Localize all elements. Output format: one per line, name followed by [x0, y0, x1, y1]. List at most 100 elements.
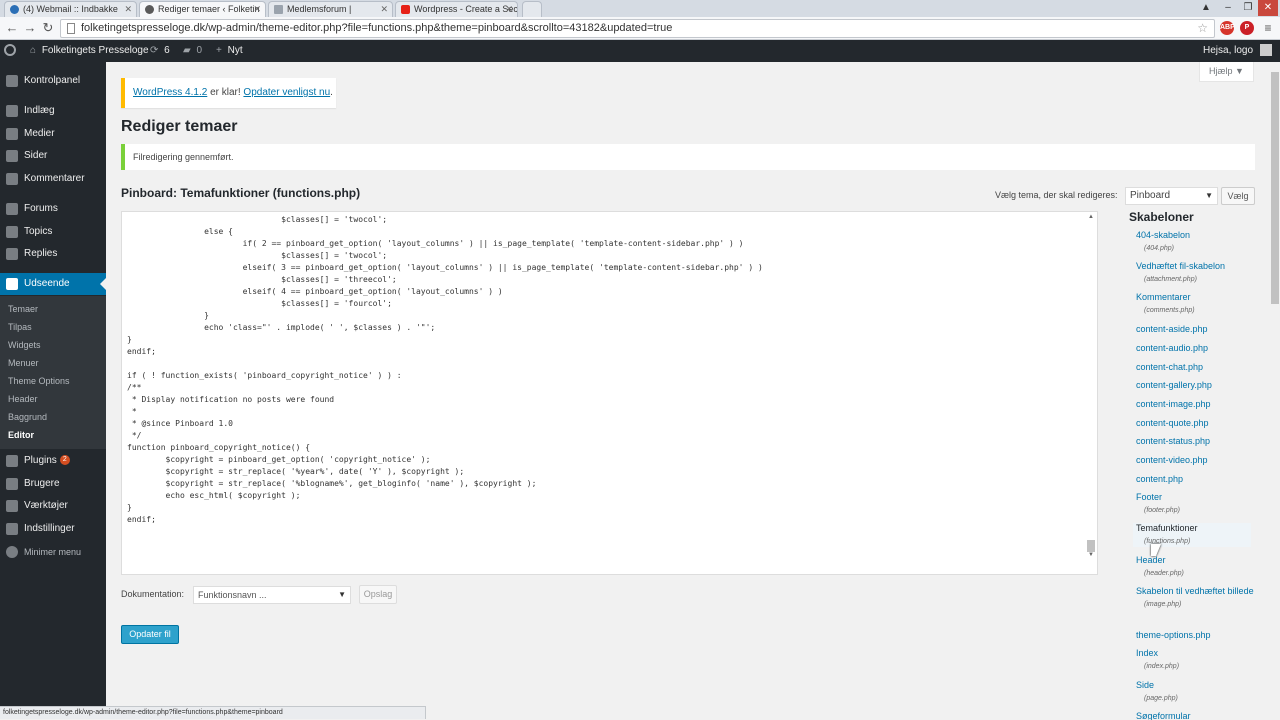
- comment-icon: ▰: [183, 45, 191, 56]
- menu-icon[interactable]: ≡: [1260, 20, 1276, 36]
- sidebar-item-pages[interactable]: Sider: [0, 145, 106, 167]
- submenu-item-background[interactable]: Baggrund: [0, 408, 106, 426]
- editor-scrollbar[interactable]: ▲ ▼: [1085, 212, 1097, 574]
- submenu-item-customize[interactable]: Tilpas: [0, 318, 106, 336]
- template-link[interactable]: content-status.php: [1136, 436, 1254, 447]
- template-link[interactable]: Header (header.php): [1136, 555, 1254, 579]
- sidebar-item-media[interactable]: Medier: [0, 123, 106, 145]
- minimize-icon[interactable]: –: [1218, 0, 1238, 16]
- users-icon: [6, 478, 18, 490]
- sidebar-item-posts[interactable]: Indlæg: [0, 100, 106, 122]
- submenu-item-theme-options[interactable]: Theme Options: [0, 372, 106, 390]
- code-textarea[interactable]: $classes[] = 'twocol'; else { if( 2 == p…: [127, 214, 1077, 526]
- choose-theme-button[interactable]: Vælg: [1221, 187, 1255, 205]
- template-name: content-audio.php: [1136, 343, 1209, 353]
- my-account-link[interactable]: Hejsa, logo: [1203, 40, 1272, 62]
- site-name-link[interactable]: ⌂ Folketingets Presseloge: [30, 40, 149, 62]
- sidebar-item-plugins[interactable]: Plugins 2: [0, 450, 106, 472]
- template-name: Skabelon til vedhæftet billede: [1136, 586, 1254, 596]
- template-link[interactable]: content.php: [1136, 474, 1254, 485]
- browser-tab-webmail[interactable]: (4) Webmail :: Indbakke ✕: [4, 1, 137, 17]
- page-scrollbar-thumb[interactable]: [1271, 72, 1279, 304]
- media-icon: [6, 128, 18, 140]
- template-link[interactable]: Index (index.php): [1136, 648, 1254, 672]
- template-link[interactable]: Skabelon til vedhæftet billede (image.php…: [1136, 586, 1254, 610]
- adblock-icon[interactable]: ABP: [1220, 21, 1235, 35]
- browser-tab-forum[interactable]: Medlemsforum | ✕: [268, 1, 393, 17]
- collapse-menu-button[interactable]: Minimer menu: [0, 541, 106, 563]
- new-tab-button[interactable]: [522, 1, 542, 17]
- update-now-link[interactable]: Opdater venligst nu: [243, 87, 330, 98]
- template-link[interactable]: content-image.php: [1136, 399, 1254, 410]
- scroll-up-icon[interactable]: ▲: [1085, 214, 1097, 220]
- lookup-button[interactable]: Opslag: [359, 585, 397, 604]
- template-link[interactable]: 404-skabelon (404.php): [1136, 230, 1254, 254]
- user-icon[interactable]: ▲: [1196, 0, 1216, 16]
- sidebar-item-settings[interactable]: Indstillinger: [0, 518, 106, 540]
- submenu-item-header[interactable]: Header: [0, 390, 106, 408]
- scroll-down-icon[interactable]: ▼: [1085, 552, 1097, 558]
- star-icon[interactable]: ☆: [1197, 20, 1208, 37]
- template-link[interactable]: content-audio.php: [1136, 343, 1254, 354]
- reload-icon[interactable]: ↻: [40, 20, 56, 36]
- sidebar-item-users[interactable]: Brugere: [0, 473, 106, 495]
- topics-icon: [6, 226, 18, 238]
- youtube-icon: [401, 5, 410, 14]
- home-icon: ⌂: [30, 45, 37, 56]
- template-link[interactable]: content-aside.php: [1136, 324, 1254, 335]
- wordpress-version-link[interactable]: WordPress 4.1.2: [133, 87, 207, 98]
- scrollbar-thumb[interactable]: [1087, 540, 1095, 552]
- documentation-select[interactable]: Funktionsnavn ... ▼: [193, 586, 351, 604]
- template-link[interactable]: content-gallery.php: [1136, 380, 1254, 391]
- updates-link[interactable]: ⟳ 6: [150, 40, 170, 62]
- sidebar-item-label: Replies: [24, 248, 58, 259]
- comments-icon: [6, 173, 18, 185]
- template-link[interactable]: Søgeformular: [1136, 711, 1254, 720]
- submenu-item-menus[interactable]: Menuer: [0, 354, 106, 372]
- close-icon[interactable]: ✕: [253, 4, 261, 15]
- template-link[interactable]: Footer (footer.php): [1136, 492, 1254, 516]
- template-link[interactable]: content-video.php: [1136, 455, 1254, 466]
- restore-icon[interactable]: ❐: [1238, 0, 1258, 16]
- browser-tab-youtube[interactable]: Wordpress - Create a Sec ✕: [395, 1, 518, 17]
- template-name: 404-skabelon: [1136, 230, 1191, 240]
- wp-logo-menu[interactable]: [4, 40, 16, 62]
- window-close-icon[interactable]: ✕: [1258, 0, 1278, 16]
- submenu-item-editor[interactable]: Editor: [0, 426, 106, 444]
- sidebar-item-tools[interactable]: Værktøjer: [0, 495, 106, 517]
- close-icon[interactable]: ✕: [505, 4, 513, 15]
- theme-select[interactable]: Pinboard ▼: [1125, 187, 1218, 205]
- code-editor[interactable]: $classes[] = 'twocol'; else { if( 2 == p…: [121, 211, 1098, 575]
- sidebar-item-replies[interactable]: Replies: [0, 243, 106, 265]
- template-link[interactable]: content-chat.php: [1136, 362, 1254, 373]
- template-link[interactable]: Vedhæftet fil-skabelon (attachment.php): [1136, 261, 1254, 285]
- template-link[interactable]: Kommentarer (comments.php): [1136, 292, 1254, 316]
- collapse-icon: [6, 546, 18, 558]
- update-file-button[interactable]: Opdater fil: [121, 625, 179, 644]
- template-link[interactable]: content-quote.php: [1136, 418, 1254, 429]
- sidebar-item-dashboard[interactable]: Kontrolpanel: [0, 70, 106, 92]
- template-name: content-quote.php: [1136, 418, 1209, 428]
- sidebar-item-topics[interactable]: Topics: [0, 221, 106, 243]
- template-name: content-chat.php: [1136, 362, 1204, 372]
- pinterest-icon[interactable]: P: [1240, 21, 1254, 35]
- new-content-link[interactable]: + Nyt: [216, 40, 243, 62]
- forward-icon[interactable]: →: [22, 20, 38, 36]
- back-icon[interactable]: ←: [4, 20, 20, 36]
- browser-tab-theme-editor[interactable]: Rediger temaer ‹ Folketin ✕: [139, 1, 266, 17]
- sidebar-item-forums[interactable]: Forums: [0, 198, 106, 220]
- url-input[interactable]: folketingetspresseloge.dk/wp-admin/theme…: [60, 19, 1215, 38]
- close-icon[interactable]: ✕: [380, 4, 388, 15]
- submenu-item-themes[interactable]: Temaer: [0, 300, 106, 318]
- sidebar-item-label: Indlæg: [24, 105, 55, 116]
- settings-icon: [6, 523, 18, 535]
- sidebar-item-appearance[interactable]: Udseende: [0, 273, 106, 295]
- sidebar-item-comments[interactable]: Kommentarer: [0, 168, 106, 190]
- template-link[interactable]: theme-options.php: [1136, 630, 1254, 641]
- help-tab[interactable]: Hjælp ▼: [1199, 62, 1254, 82]
- submenu-item-widgets[interactable]: Widgets: [0, 336, 106, 354]
- comments-link[interactable]: ▰ 0: [183, 40, 202, 62]
- page-scrollbar[interactable]: [1270, 62, 1280, 720]
- template-link[interactable]: Side (page.php): [1136, 680, 1254, 704]
- close-icon[interactable]: ✕: [124, 4, 132, 15]
